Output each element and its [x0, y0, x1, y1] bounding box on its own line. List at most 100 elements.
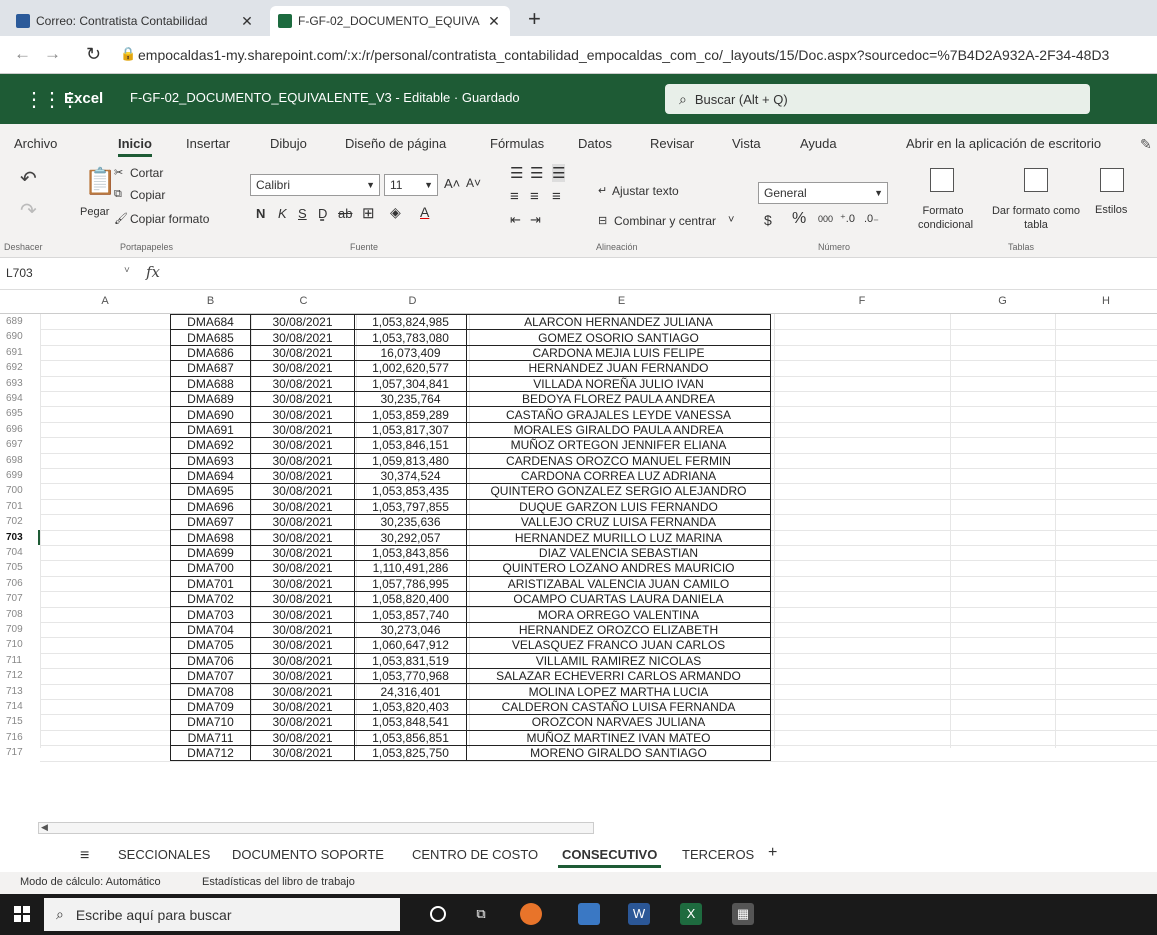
- merge-icon[interactable]: ⊟: [598, 214, 607, 227]
- row-header[interactable]: 709: [0, 622, 40, 637]
- cell-code[interactable]: DMA690: [170, 406, 251, 423]
- format-as-table-icon[interactable]: [1024, 168, 1048, 192]
- cell-date[interactable]: 30/08/2021: [250, 729, 355, 746]
- double-underline-icon[interactable]: D̳: [318, 206, 327, 221]
- column-header-a[interactable]: A: [40, 295, 170, 307]
- row-header[interactable]: 689: [0, 314, 40, 329]
- horizontal-scrollbar[interactable]: ◀: [38, 822, 594, 834]
- cell-code[interactable]: DMA705: [170, 637, 251, 654]
- cell-date[interactable]: 30/08/2021: [250, 390, 355, 408]
- row-header[interactable]: 700: [0, 483, 40, 498]
- browser-icon[interactable]: [520, 903, 542, 925]
- row-header[interactable]: 705: [0, 560, 40, 575]
- file-explorer-icon[interactable]: [578, 903, 600, 925]
- cell-date[interactable]: 30/08/2021: [250, 421, 355, 439]
- cell-id-number[interactable]: 1,053,817,307: [354, 421, 467, 439]
- cell-date[interactable]: 30/08/2021: [250, 698, 355, 716]
- sheet-tab-seccionales[interactable]: SECCIONALES: [118, 847, 210, 862]
- cell-code[interactable]: DMA703: [170, 606, 251, 623]
- back-icon[interactable]: ←: [14, 44, 31, 64]
- cell-date[interactable]: 30/08/2021: [250, 714, 355, 731]
- row-header[interactable]: 711: [0, 653, 40, 668]
- cell-date[interactable]: 30/08/2021: [250, 313, 355, 331]
- cell-name[interactable]: GOMEZ OSORIO SANTIAGO: [466, 329, 771, 346]
- scroll-left-icon[interactable]: ◀: [41, 822, 48, 833]
- row-header[interactable]: 691: [0, 345, 40, 360]
- currency-button[interactable]: $: [764, 212, 772, 228]
- cell-name[interactable]: VALLEJO CRUZ LUISA FERNANDA: [466, 514, 771, 531]
- align-right-icon[interactable]: ≡: [552, 188, 561, 205]
- cell-name[interactable]: MORENO GIRALDO SANTIAGO: [466, 744, 771, 762]
- column-header-g[interactable]: G: [950, 295, 1055, 307]
- cell-date[interactable]: 30/08/2021: [250, 452, 355, 469]
- cell-id-number[interactable]: 1,053,797,855: [354, 498, 467, 516]
- redo-icon[interactable]: ↷: [20, 198, 37, 223]
- paste-icon[interactable]: 📋: [84, 166, 116, 197]
- cell-name[interactable]: DUQUE GARZON LUIS FERNANDO: [466, 498, 771, 516]
- cell-name[interactable]: MORA ORREGO VALENTINA: [466, 606, 771, 623]
- conditional-format-button[interactable]: Formato condicional: [918, 204, 973, 232]
- row-header[interactable]: 702: [0, 514, 40, 529]
- cell-name[interactable]: CASTAÑO GRAJALES LEYDE VANESSA: [466, 406, 771, 423]
- column-header-b[interactable]: B: [170, 295, 251, 307]
- reload-icon[interactable]: ↻: [86, 44, 101, 65]
- cell-code[interactable]: DMA704: [170, 621, 251, 639]
- tab-archivo[interactable]: Archivo: [14, 136, 57, 151]
- cell-code[interactable]: DMA712: [170, 744, 251, 762]
- row-header[interactable]: 708: [0, 607, 40, 622]
- cell-name[interactable]: HERNANDEZ OROZCO ELIZABETH: [466, 621, 771, 639]
- underline-button[interactable]: S: [298, 206, 307, 221]
- cell-id-number[interactable]: 1,059,813,480: [354, 452, 467, 469]
- app-name[interactable]: Excel: [64, 90, 103, 107]
- cell-code[interactable]: DMA698: [170, 529, 251, 546]
- cell-code[interactable]: DMA711: [170, 729, 251, 746]
- row-header[interactable]: 714: [0, 699, 40, 714]
- cell-id-number[interactable]: 1,053,820,403: [354, 698, 467, 716]
- cell-id-number[interactable]: 1,053,846,151: [354, 437, 467, 454]
- cell-code[interactable]: DMA695: [170, 483, 251, 500]
- cell-code[interactable]: DMA688: [170, 375, 251, 392]
- row-header[interactable]: 699: [0, 468, 40, 483]
- cell-id-number[interactable]: 1,057,786,995: [354, 575, 467, 593]
- new-tab-icon[interactable]: +: [528, 6, 541, 32]
- row-header[interactable]: 713: [0, 684, 40, 699]
- cell-date[interactable]: 30/08/2021: [250, 514, 355, 531]
- cell-date[interactable]: 30/08/2021: [250, 375, 355, 392]
- task-view-icon[interactable]: ⧉: [470, 903, 492, 925]
- align-center-icon[interactable]: ≡: [530, 188, 539, 205]
- tab-ayuda[interactable]: Ayuda: [800, 136, 837, 151]
- cell-name[interactable]: BEDOYA FLOREZ PAULA ANDREA: [466, 390, 771, 408]
- conditional-format-icon[interactable]: [930, 168, 954, 192]
- row-header[interactable]: 695: [0, 406, 40, 421]
- cell-code[interactable]: DMA709: [170, 698, 251, 716]
- taskbar-search[interactable]: ⌕ Escribe aquí para buscar: [44, 898, 400, 931]
- tab-vista[interactable]: Vista: [732, 136, 761, 151]
- cell-date[interactable]: 30/08/2021: [250, 606, 355, 623]
- cut-button[interactable]: Cortar: [130, 166, 163, 180]
- cell-code[interactable]: DMA684: [170, 313, 251, 331]
- cell-code[interactable]: DMA708: [170, 683, 251, 700]
- url-field[interactable]: empocaldas1-my.sharepoint.com/:x:/r/pers…: [138, 47, 1148, 63]
- cell-code[interactable]: DMA707: [170, 667, 251, 685]
- name-box[interactable]: L703: [6, 266, 33, 280]
- column-header-f[interactable]: F: [774, 295, 950, 307]
- italic-button[interactable]: K: [278, 206, 287, 221]
- cell-name[interactable]: MUÑOZ ORTEGON JENNIFER ELIANA: [466, 437, 771, 454]
- cell-code[interactable]: DMA697: [170, 514, 251, 531]
- fill-color-icon[interactable]: ◈: [390, 204, 401, 221]
- cell-code[interactable]: DMA689: [170, 390, 251, 408]
- cell-name[interactable]: MOLINA LOPEZ MARTHA LUCIA: [466, 683, 771, 700]
- cell-id-number[interactable]: 30,235,764: [354, 390, 467, 408]
- cell-id-number[interactable]: 1,053,848,541: [354, 714, 467, 731]
- align-middle-icon[interactable]: ☰: [530, 164, 543, 182]
- cut-icon[interactable]: ✂: [114, 166, 123, 179]
- format-as-table-button[interactable]: Dar formato como tabla: [986, 204, 1086, 232]
- row-header[interactable]: 706: [0, 576, 40, 591]
- cell-code[interactable]: DMA701: [170, 575, 251, 593]
- workbook-stats-link[interactable]: Estadísticas del libro de trabajo: [202, 876, 355, 888]
- cell-id-number[interactable]: 1,053,857,740: [354, 606, 467, 623]
- copy-button[interactable]: Copiar: [130, 188, 165, 202]
- row-header[interactable]: 710: [0, 637, 40, 652]
- align-bottom-icon[interactable]: ☰: [552, 164, 566, 182]
- cell-date[interactable]: 30/08/2021: [250, 591, 355, 608]
